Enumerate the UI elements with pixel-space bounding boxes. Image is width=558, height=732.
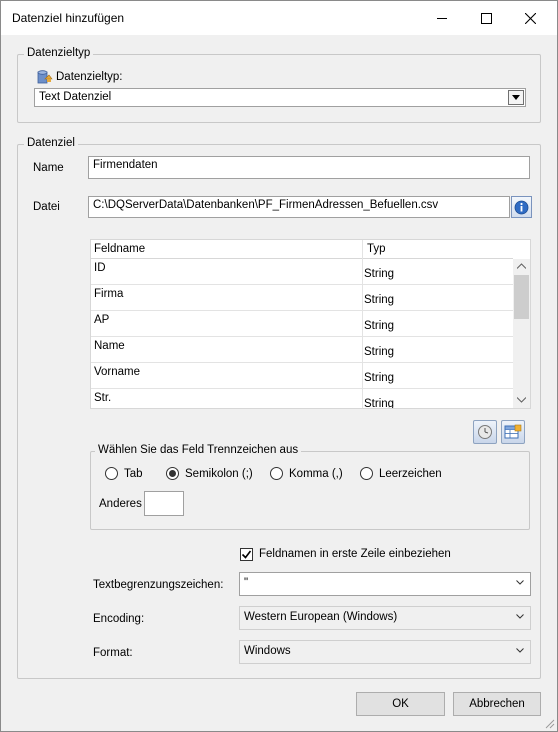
cell-feldname: Name [94, 340, 125, 352]
add-field-button[interactable] [501, 420, 525, 444]
refresh-fields-button[interactable] [473, 420, 497, 444]
maximize-icon [480, 12, 492, 24]
name-input[interactable]: Firmendaten [88, 156, 530, 179]
radio-circle [360, 467, 373, 480]
zieltyp-select[interactable]: Text Datenziel [34, 88, 526, 107]
ok-button[interactable]: OK [356, 692, 445, 716]
format-select-value: Windows [244, 645, 291, 657]
scroll-down-icon[interactable] [517, 397, 526, 403]
cell-feldname: Vorname [94, 366, 141, 378]
checkmark-icon [241, 550, 252, 559]
chevron-down-icon [516, 580, 524, 585]
radio-leerzeichen[interactable]: Leerzeichen [360, 467, 442, 480]
datenbank-icon [37, 70, 53, 87]
datei-input[interactable]: C:\DQServerData\Datenbanken\PF_FirmenAdr… [88, 196, 510, 218]
table-row[interactable]: ID String [91, 259, 513, 285]
info-icon [514, 200, 529, 214]
fields-grid: Feldname Typ ID String Firma String AP S… [90, 239, 531, 409]
column-header-typ[interactable]: Typ [367, 243, 386, 255]
window-title: Datenziel hinzufügen [12, 11, 125, 25]
encoding-select[interactable]: Western European (Windows) [239, 606, 531, 630]
minimize-button[interactable] [419, 1, 465, 35]
chevron-down-icon [516, 648, 524, 653]
clock-icon [478, 425, 492, 439]
table-row[interactable]: Firma String [91, 285, 513, 311]
textquote-label: Textbegrenzungszeichen: [93, 579, 224, 591]
anderes-input[interactable] [144, 491, 184, 516]
radio-komma-label: Komma (,) [289, 467, 343, 480]
table-row[interactable]: AP String [91, 311, 513, 337]
chevron-down-icon [516, 614, 524, 619]
cell-feldname: ID [94, 262, 106, 274]
encoding-label: Encoding: [93, 613, 145, 625]
encoding-select-value: Western European (Windows) [244, 611, 398, 623]
cell-typ: String [364, 346, 395, 358]
dialog-window: Datenziel hinzufügen Datenzieltyp Datenz… [0, 0, 558, 732]
cell-typ: String [364, 320, 395, 332]
table-row[interactable]: Name String [91, 337, 513, 363]
radio-komma[interactable]: Komma (,) [270, 467, 343, 480]
cell-typ: String [364, 372, 395, 384]
radio-circle [270, 467, 283, 480]
radio-circle-checked [166, 467, 179, 480]
title-bar: Datenziel hinzufügen [1, 1, 557, 35]
scrollbar-thumb[interactable] [514, 275, 529, 319]
table-row[interactable]: Vorname String [91, 363, 513, 389]
cell-typ: String [364, 294, 395, 306]
grid-scrollbar[interactable] [513, 259, 530, 408]
format-select[interactable]: Windows [239, 640, 531, 664]
separator-group-legend: Wählen Sie das Feld Trennzeichen aus [95, 444, 302, 456]
header-checkbox-label: Feldnamen in erste Zeile einbeziehen [259, 548, 451, 560]
datei-label: Datei [33, 201, 60, 213]
table-add-icon [504, 424, 522, 439]
cell-typ: String [364, 268, 395, 280]
zieltyp-group-legend: Datenzieltyp [24, 47, 94, 59]
resize-grip-icon[interactable] [544, 718, 555, 729]
maximize-button[interactable] [463, 1, 509, 35]
zieltyp-select-value: Text Datenziel [39, 91, 112, 103]
scroll-up-icon[interactable] [517, 263, 526, 269]
cancel-button[interactable]: Abbrechen [453, 692, 541, 716]
close-icon [524, 12, 536, 24]
column-header-feldname[interactable]: Feldname [94, 243, 145, 255]
format-label: Format: [93, 647, 133, 659]
name-label: Name [33, 162, 64, 174]
close-button[interactable] [507, 1, 553, 35]
textquote-select-value: " [244, 577, 249, 589]
textquote-select[interactable]: " [239, 572, 531, 596]
radio-circle [105, 467, 118, 480]
cell-feldname: AP [94, 314, 110, 326]
radio-semikolon[interactable]: Semikolon (;) [166, 467, 253, 480]
triangle-down-icon [512, 95, 520, 100]
cell-feldname: Firma [94, 288, 124, 300]
ziel-group: Datenziel [17, 137, 541, 679]
zieltyp-label: Datenzieltyp: [56, 71, 123, 83]
cell-typ: String [364, 398, 395, 409]
grid-header: Feldname Typ [91, 240, 513, 259]
radio-tab-label: Tab [124, 467, 143, 480]
radio-leerzeichen-label: Leerzeichen [379, 467, 442, 480]
radio-tab[interactable]: Tab [105, 467, 143, 480]
datei-info-button[interactable] [511, 196, 532, 218]
header-checkbox[interactable] [240, 548, 253, 561]
cell-feldname: Str. [94, 392, 112, 404]
minimize-icon [436, 17, 447, 19]
radio-semikolon-label: Semikolon (;) [185, 467, 253, 480]
zieltyp-dropdown-button[interactable] [508, 90, 524, 105]
table-row[interactable]: Str. String [91, 389, 513, 409]
ziel-group-legend: Datenziel [24, 137, 78, 149]
anderes-label: Anderes [99, 498, 142, 510]
